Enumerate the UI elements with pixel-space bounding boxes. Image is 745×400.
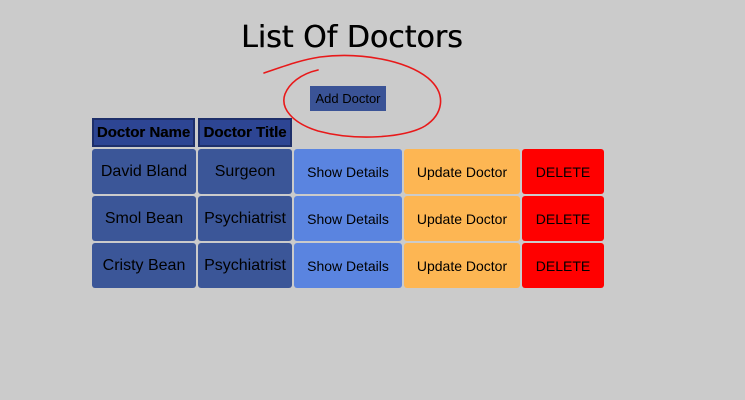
delete-button[interactable]: DELETE — [522, 149, 604, 194]
delete-button[interactable]: DELETE — [522, 196, 604, 241]
doctor-title-cell: Psychiatrist — [198, 243, 292, 288]
show-details-button[interactable]: Show Details — [294, 243, 402, 288]
update-doctor-button[interactable]: Update Doctor — [404, 196, 520, 241]
doctor-title-cell: Psychiatrist — [198, 196, 292, 241]
doctor-name-cell: David Bland — [92, 149, 196, 194]
page-title: List Of Doctors — [241, 20, 463, 55]
add-doctor-button[interactable]: Add Doctor — [310, 86, 386, 111]
show-details-button[interactable]: Show Details — [294, 196, 402, 241]
column-header-doctor-name: Doctor Name — [92, 118, 195, 147]
doctor-name-cell: Smol Bean — [92, 196, 196, 241]
show-details-button[interactable]: Show Details — [294, 149, 402, 194]
update-doctor-button[interactable]: Update Doctor — [404, 149, 520, 194]
update-doctor-button[interactable]: Update Doctor — [404, 243, 520, 288]
delete-button[interactable]: DELETE — [522, 243, 604, 288]
doctor-title-cell: Surgeon — [198, 149, 292, 194]
doctor-name-cell: Cristy Bean — [92, 243, 196, 288]
column-header-doctor-title: Doctor Title — [198, 118, 292, 147]
page: List Of Doctors Add Doctor Doctor Name D… — [0, 0, 745, 400]
